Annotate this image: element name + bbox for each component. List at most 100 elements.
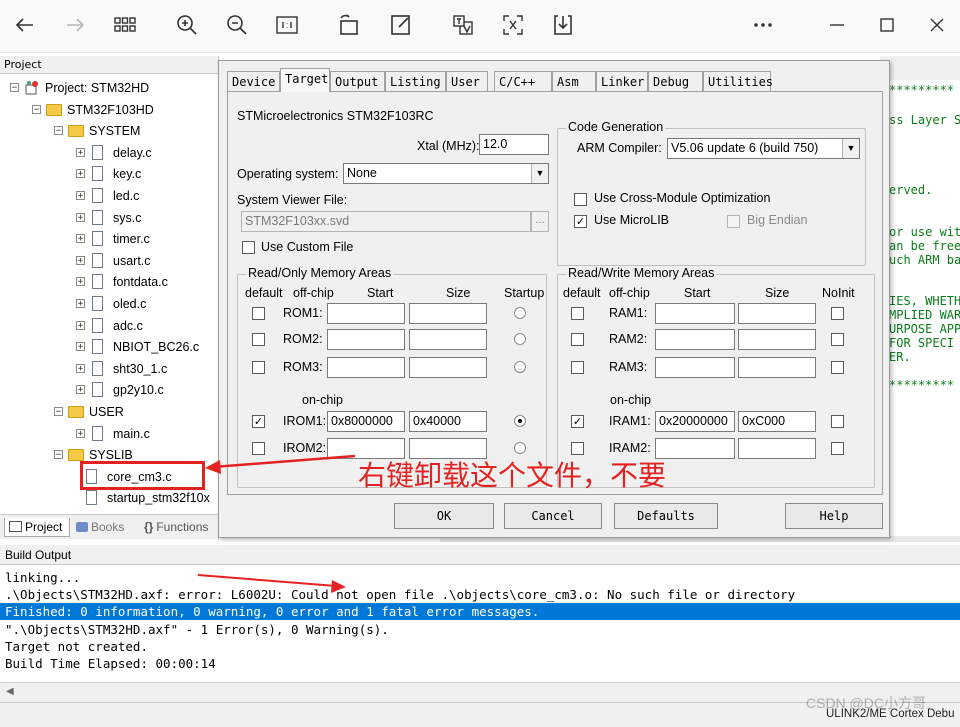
tree-item[interactable]: + led.c: [0, 186, 218, 206]
collapse-icon[interactable]: −: [32, 104, 41, 114]
rom-default-checkbox[interactable]: [252, 361, 265, 374]
rom-startup-radio[interactable]: [514, 415, 526, 427]
ram-noinit-checkbox[interactable]: [831, 333, 844, 346]
os-select[interactable]: None ▼: [343, 163, 549, 184]
collapse-icon[interactable]: −: [54, 450, 63, 460]
maximize-icon[interactable]: [872, 10, 902, 40]
ram-size-input[interactable]: [738, 303, 816, 324]
rom-start-input[interactable]: [327, 303, 405, 324]
rotate-icon[interactable]: [334, 10, 364, 40]
code-editor[interactable]: ********* ss Layer S erved. or use wit a…: [885, 80, 960, 400]
tree-item[interactable]: + sys.c: [0, 208, 218, 228]
ram-default-checkbox[interactable]: [571, 361, 584, 374]
tab-project[interactable]: Project: [4, 518, 70, 537]
expand-icon[interactable]: +: [76, 234, 85, 244]
cancel-button[interactable]: Cancel: [504, 503, 602, 529]
rom-size-input[interactable]: 0x40000: [409, 411, 487, 432]
rom-start-input[interactable]: [327, 357, 405, 378]
tree-item[interactable]: + key.c: [0, 164, 218, 184]
arm-compiler-select[interactable]: V5.06 update 6 (build 750) ▼: [667, 138, 860, 159]
defaults-button[interactable]: Defaults: [614, 503, 718, 529]
ram-default-checkbox[interactable]: [571, 307, 584, 320]
tree-item[interactable]: − Project: STM32HD: [0, 78, 218, 98]
expand-icon[interactable]: +: [76, 385, 85, 395]
output-line-selected[interactable]: Finished: 0 information, 0 warning, 0 er…: [5, 603, 539, 620]
tab-linker[interactable]: Linker: [596, 71, 648, 91]
tree-item[interactable]: + delay.c: [0, 143, 218, 163]
ram-start-input[interactable]: [655, 357, 735, 378]
tree-item[interactable]: − STM32F103HD: [0, 100, 218, 120]
forward-arrow-icon[interactable]: [60, 10, 90, 40]
expand-icon[interactable]: +: [76, 191, 85, 201]
expand-icon[interactable]: +: [76, 255, 85, 265]
ram-noinit-checkbox[interactable]: [831, 442, 844, 455]
rom-default-checkbox[interactable]: [252, 333, 265, 346]
xtal-input[interactable]: 12.0: [479, 134, 549, 155]
ram-start-input[interactable]: [655, 329, 735, 350]
rom-start-input[interactable]: 0x8000000: [327, 411, 405, 432]
collapse-icon[interactable]: −: [54, 407, 63, 417]
tree-item[interactable]: + usart.c: [0, 251, 218, 271]
actual-size-icon[interactable]: [272, 10, 302, 40]
close-icon[interactable]: [922, 10, 952, 40]
tree-item[interactable]: + main.c: [0, 424, 218, 444]
expand-icon[interactable]: +: [76, 212, 85, 222]
translate-icon[interactable]: [448, 10, 478, 40]
tab-listing[interactable]: Listing: [385, 71, 446, 91]
expand-icon[interactable]: +: [76, 277, 85, 287]
collapse-icon[interactable]: −: [54, 126, 63, 136]
tree-item[interactable]: + NBIOT_BC26.c: [0, 337, 218, 357]
tree-item[interactable]: + timer.c: [0, 229, 218, 249]
rom-start-input[interactable]: [327, 329, 405, 350]
ram-size-input[interactable]: [738, 438, 816, 459]
text-extract-icon[interactable]: [498, 10, 528, 40]
tree-item[interactable]: + sht30_1.c: [0, 359, 218, 379]
tree-item[interactable]: − SYSTEM: [0, 121, 218, 141]
tab-c-c-[interactable]: C/C++: [494, 71, 552, 91]
tree-item[interactable]: + oled.c: [0, 294, 218, 314]
rom-default-checkbox[interactable]: [252, 442, 265, 455]
cross-module-checkbox[interactable]: [574, 193, 587, 206]
tab-asm[interactable]: Asm: [552, 71, 596, 91]
zoom-in-icon[interactable]: [172, 10, 202, 40]
ram-size-input[interactable]: [738, 357, 816, 378]
expand-icon[interactable]: +: [76, 320, 85, 330]
download-icon[interactable]: [548, 10, 578, 40]
rom-startup-radio[interactable]: [514, 333, 526, 345]
tree-item[interactable]: + fontdata.c: [0, 272, 218, 292]
zoom-out-icon[interactable]: [222, 10, 252, 40]
expand-icon[interactable]: +: [76, 147, 85, 157]
expand-icon[interactable]: +: [76, 299, 85, 309]
tree-item[interactable]: + gp2y10.c: [0, 380, 218, 400]
rom-default-checkbox[interactable]: [252, 307, 265, 320]
rom-size-input[interactable]: [409, 303, 487, 324]
expand-icon[interactable]: +: [76, 363, 85, 373]
output-line[interactable]: Target not created.: [5, 638, 148, 655]
ram-start-input[interactable]: [655, 438, 735, 459]
tree-item[interactable]: startup_stm32f10x: [0, 488, 218, 508]
rom-startup-radio[interactable]: [514, 361, 526, 373]
tab-target[interactable]: Target: [280, 68, 330, 92]
tab-user[interactable]: User: [446, 71, 488, 91]
expand-icon[interactable]: +: [76, 428, 85, 438]
collapse-icon[interactable]: −: [10, 83, 19, 93]
ram-noinit-checkbox[interactable]: [831, 307, 844, 320]
ram-start-input[interactable]: 0x20000000: [655, 411, 735, 432]
use-custom-file-checkbox[interactable]: [242, 241, 255, 254]
ram-start-input[interactable]: [655, 303, 735, 324]
rom-size-input[interactable]: [409, 357, 487, 378]
ram-noinit-checkbox[interactable]: [831, 415, 844, 428]
rom-startup-radio[interactable]: [514, 307, 526, 319]
expand-icon[interactable]: +: [76, 169, 85, 179]
ok-button[interactable]: OK: [394, 503, 494, 529]
rom-size-input[interactable]: [409, 329, 487, 350]
output-line[interactable]: linking...: [5, 569, 80, 586]
tree-item[interactable]: − USER: [0, 402, 218, 422]
tab-output[interactable]: Output: [330, 71, 385, 91]
ram-size-input[interactable]: 0xC000: [738, 411, 816, 432]
output-line[interactable]: .\Objects\STM32HD.axf: error: L6002U: Co…: [5, 586, 795, 603]
ram-size-input[interactable]: [738, 329, 816, 350]
edit-icon[interactable]: [386, 10, 416, 40]
back-arrow-icon[interactable]: [10, 10, 40, 40]
grid-view-icon[interactable]: [110, 10, 140, 40]
